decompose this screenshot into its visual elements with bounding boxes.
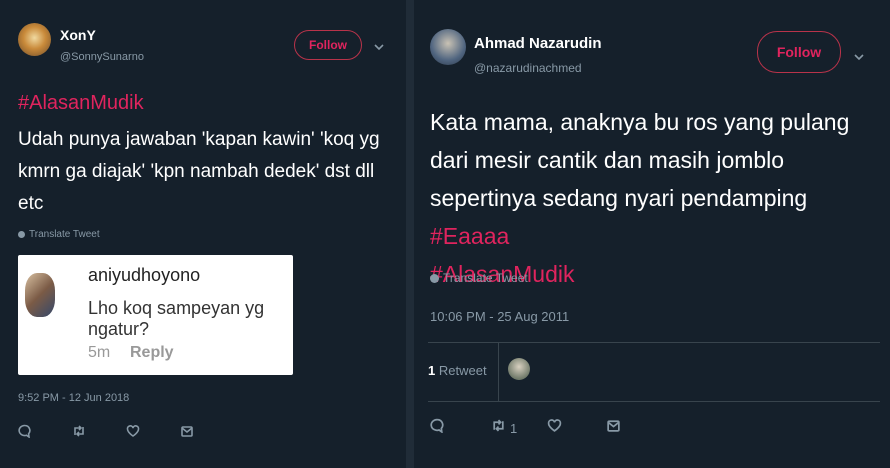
tweet-right: Ahmad Nazarudin @nazarudinachmed Follow … (414, 0, 890, 468)
follow-button[interactable]: Follow (294, 30, 362, 60)
user-handle[interactable]: @SonnySunarno (60, 51, 144, 63)
tweet-timestamp[interactable]: 10:06 PM - 25 Aug 2011 (430, 309, 569, 324)
embedded-comment-card: aniyudhoyono Lho koq sampeyan yg ngatur?… (18, 255, 293, 375)
display-name[interactable]: Ahmad Nazarudin (474, 35, 602, 52)
tweet-text: Udah punya jawaban 'kapan kawin' 'koq yg… (18, 129, 380, 214)
like-icon[interactable] (547, 418, 562, 438)
user-handle[interactable]: @nazarudinachmed (474, 61, 582, 75)
reply-icon[interactable] (18, 424, 32, 443)
avatar[interactable] (18, 23, 51, 56)
like-icon[interactable] (126, 424, 140, 443)
comment-time: 5m (88, 344, 111, 361)
translate-tweet-link[interactable]: Translate Tweet (430, 271, 528, 285)
globe-icon (18, 231, 25, 238)
retweet-action-count: 1 (510, 420, 518, 436)
tweet-hashtag-eaaaa[interactable]: #Eaaaa (430, 223, 509, 249)
tweet-left: XonY @SonnySunarno Follow #AlasanMudik U… (0, 0, 406, 468)
translate-tweet-link[interactable]: Translate Tweet (18, 229, 100, 240)
globe-icon (430, 273, 439, 283)
tweet-timestamp[interactable]: 9:52 PM - 12 Jun 2018 (18, 392, 129, 404)
avatar (25, 273, 55, 317)
stats-separator (498, 343, 499, 401)
tweet-text-main: Kata mama, anaknya bu ros yang pulang da… (430, 109, 850, 211)
comment-text: Lho koq sampeyan yg ngatur? (88, 298, 265, 339)
tweet-stats: 1 Retweet (428, 342, 880, 402)
comment-reply-label: Reply (130, 344, 174, 361)
avatar[interactable] (430, 29, 466, 65)
message-icon[interactable] (180, 424, 194, 443)
comment-author: aniyudhoyono (88, 265, 201, 285)
retweet-stat[interactable]: 1 Retweet (428, 363, 487, 378)
tweet-actions: 1 (430, 418, 621, 438)
reply-icon[interactable] (430, 418, 445, 438)
retweet-icon[interactable] (72, 424, 86, 443)
chevron-down-icon[interactable] (854, 48, 864, 66)
display-name[interactable]: XonY (60, 27, 96, 43)
chevron-down-icon[interactable] (374, 38, 384, 56)
message-icon[interactable] (606, 418, 621, 438)
follow-button[interactable]: Follow (757, 31, 841, 73)
tweet-actions (18, 424, 194, 443)
retweet-icon[interactable] (491, 418, 506, 438)
panel-divider (406, 0, 414, 468)
tweet-hashtag[interactable]: #AlasanMudik (18, 92, 144, 115)
retweeter-avatar[interactable] (508, 358, 530, 380)
tweet-text: Kata mama, anaknya bu ros yang pulang da… (430, 103, 880, 293)
